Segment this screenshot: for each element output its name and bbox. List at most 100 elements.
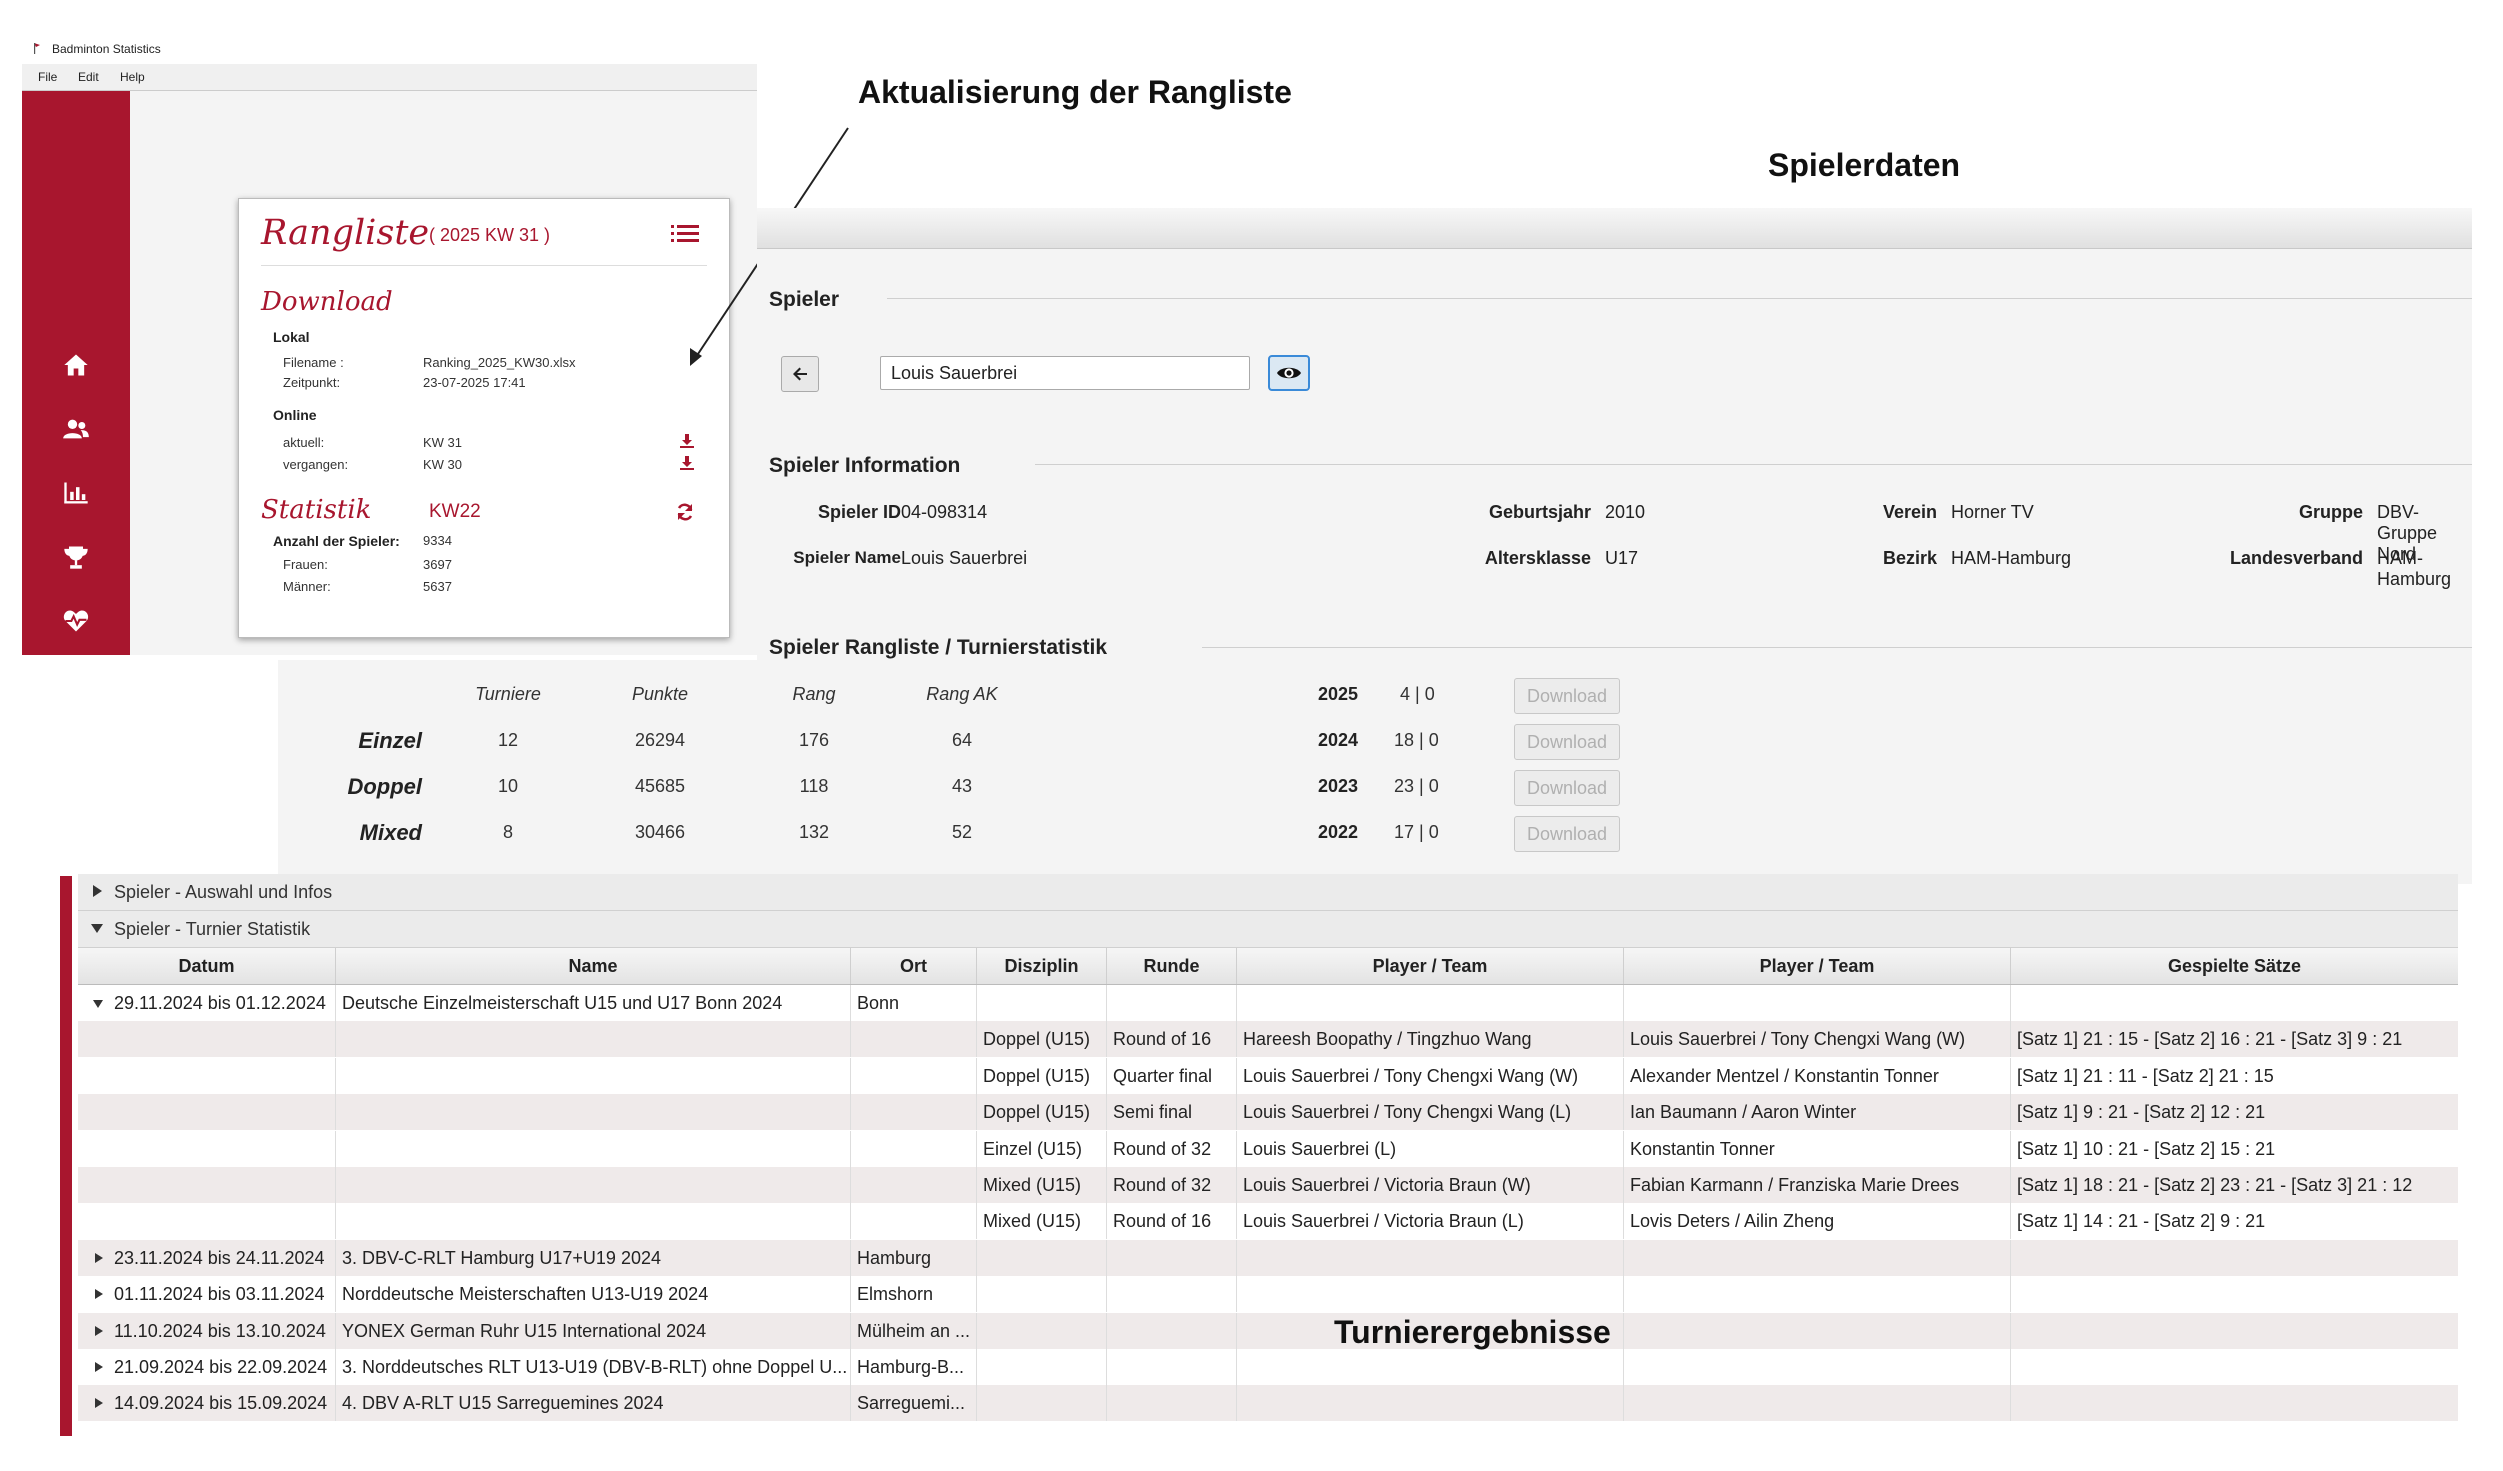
th-gespielte-saetze[interactable]: Gespielte Sätze [2011,948,2458,984]
col-punkte: Punkte [631,684,689,704]
aktuell-label: aktuell: [283,435,325,450]
refresh-icon[interactable] [675,502,695,522]
player-search-input[interactable]: Louis Sauerbrei [880,356,1250,390]
download-2025-button[interactable]: Download [1514,678,1620,714]
th-runde[interactable]: Runde [1107,948,1237,984]
anzahl-label: Anzahl der Spieler: [273,533,400,549]
table-row[interactable]: Mixed (U15) Round of 16 Louis Sauerbrei / … [78,1203,2458,1240]
cell-runde [1107,1239,1237,1276]
cell-datum [78,1203,336,1240]
cell-datum: 14.09.2024 bis 15.09.2024 [78,1385,336,1422]
cell-disziplin [977,1385,1107,1422]
table-row[interactable]: 14.09.2024 bis 15.09.2024 4. DBV A-RLT U1… [78,1385,2458,1422]
cell-ort: Elmshorn [851,1276,977,1313]
th-disziplin[interactable]: Disziplin [977,948,1107,984]
download-past-icon[interactable] [679,455,695,471]
triangle-right-icon[interactable] [92,1361,104,1373]
heartbeat-icon [63,610,89,632]
statistik-heading: Statistik [261,495,372,525]
nav-health[interactable] [58,603,94,639]
th-datum[interactable]: Datum [78,948,336,984]
spieler-name-value: Louis Sauerbrei [901,548,1028,568]
table-row[interactable]: Einzel (U15) Round of 32 Louis Sauerbrei (… [78,1130,2458,1167]
triangle-right-icon[interactable] [92,1397,104,1409]
th-player-team-1[interactable]: Player / Team [1237,948,1624,984]
cell-disziplin: Doppel (U15) [977,1094,1107,1131]
download-2024-button[interactable]: Download [1514,724,1620,760]
cell-player-team-2 [1624,1276,2011,1313]
download-2023-button[interactable]: Download [1514,770,1620,806]
zeitpunkt-value: 23-07-2025 17:41 [423,375,526,390]
cell-player-team-2 [1624,1239,2011,1276]
table-row[interactable]: Mixed (U15) Round of 32 Louis Sauerbrei / … [78,1167,2458,1203]
cell-gespielte-saetze [2011,1349,2458,1385]
triangle-right-icon [93,885,102,897]
cell-name: YONEX German Ruhr U15 International 2024 [336,1312,851,1349]
table-row[interactable]: Doppel (U15) Quarter final Louis Sauerbrei… [78,1057,2458,1094]
maenner-label: Männer: [283,579,331,594]
th-player-team-2[interactable]: Player / Team [1624,948,2011,984]
menu-file[interactable]: File [38,70,57,84]
menu-help[interactable]: Help [120,70,145,84]
triangle-down-icon[interactable] [92,997,104,1009]
table-row[interactable]: Doppel (U15) Round of 16 Hareesh Boopathy … [78,1021,2458,1058]
cell-player-team-1: Louis Sauerbrei / Victoria Braun (L) [1237,1203,1624,1240]
accordion-turnier-statistik[interactable]: Spieler - Turnier Statistik [78,911,2458,948]
menu-edit[interactable]: Edit [78,70,99,84]
table-row[interactable]: 29.11.2024 bis 01.12.2024 Deutsche Einzel… [78,985,2458,1021]
einzel-turniere: 12 [497,730,519,750]
year-2022-value: 17 | 0 [1394,822,1439,842]
triangle-right-icon[interactable] [92,1288,104,1300]
nav-statistics[interactable] [58,475,94,511]
cell-runde [1107,1312,1237,1349]
th-name[interactable]: Name [336,948,851,984]
table-row[interactable]: 21.09.2024 bis 22.09.2024 3. Norddeutsche… [78,1349,2458,1385]
cell-disziplin: Doppel (U15) [977,1021,1107,1058]
show-player-button[interactable] [1268,355,1310,391]
cell-disziplin [977,985,1107,1021]
table-row[interactable]: 11.10.2024 bis 13.10.2024 YONEX German Ru… [78,1312,2458,1349]
cell-ort [851,1130,977,1167]
back-button[interactable] [781,356,819,392]
table-row[interactable]: 23.11.2024 bis 24.11.2024 3. DBV-C-RLT Ha… [78,1239,2458,1276]
download-2022-button[interactable]: Download [1514,816,1620,852]
cell-name: 3. DBV-C-RLT Hamburg U17+U19 2024 [336,1239,851,1276]
triangle-right-icon[interactable] [92,1252,104,1264]
table-row[interactable]: Doppel (U15) Semi final Louis Sauerbrei / … [78,1094,2458,1131]
cell-datum [78,1057,336,1094]
cell-disziplin: Mixed (U15) [977,1203,1107,1240]
doppel-turniere: 10 [497,776,519,796]
mixed-rang-ak: 52 [951,822,973,842]
cell-datum: 21.09.2024 bis 22.09.2024 [78,1349,336,1385]
cell-player-team-1 [1237,1239,1624,1276]
einzel-punkte: 26294 [634,730,686,750]
cell-datum: 01.11.2024 bis 03.11.2024 [78,1276,336,1313]
arrow-left-icon [793,367,807,381]
col-turniere: Turniere [475,684,541,704]
cell-player-team-1 [1237,985,1624,1021]
rangliste-card: Rangliste ( 2025 KW 31 ) Download Lokal … [238,198,730,638]
accordion-auswahl[interactable]: Spieler - Auswahl und Infos [78,874,2458,911]
altersklasse-value: U17 [1605,548,1639,568]
mixed-punkte: 30466 [634,822,686,842]
download-current-icon[interactable] [679,433,695,449]
cell-runde: Round of 32 [1107,1167,1237,1203]
triangle-right-icon[interactable] [92,1325,104,1337]
rangliste-week: ( 2025 KW 31 ) [429,225,551,245]
cell-runde: Quarter final [1107,1057,1237,1094]
cell-player-team-1: Louis Sauerbrei / Tony Chengxi Wang (L) [1237,1094,1624,1131]
cell-datum [78,1130,336,1167]
th-ort[interactable]: Ort [851,948,977,984]
spieler-section-line [887,298,2472,299]
stats-section-line [1202,647,2472,648]
year-2024: 2024 [1317,730,1358,750]
table-row[interactable]: 01.11.2024 bis 03.11.2024 Norddeutsche Me… [78,1276,2458,1313]
nav-players[interactable] [58,411,94,447]
nav-tournaments[interactable] [58,539,94,575]
cell-player-team-1: Louis Sauerbrei / Victoria Braun (W) [1237,1167,1624,1203]
cell-name [336,1203,851,1240]
stats-area: Turniere Punkte Rang Rang AK Einzel 12 2… [278,660,1759,876]
cell-ort [851,1094,977,1131]
nav-home[interactable] [58,347,94,383]
lokal-heading: Lokal [273,329,310,345]
